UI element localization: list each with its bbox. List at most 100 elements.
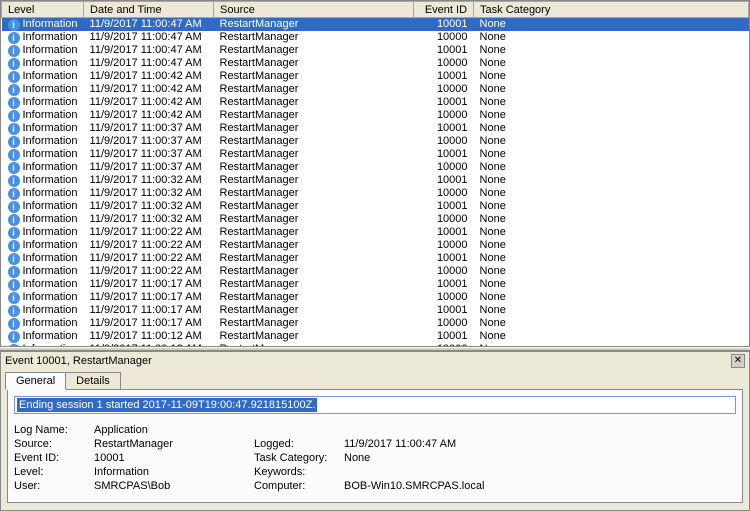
- lbl-eventid: Event ID:: [14, 452, 94, 464]
- cell-taskcat: None: [474, 44, 749, 57]
- event-message-box[interactable]: Ending session 1 started 2017-11-09T19:0…: [14, 396, 736, 414]
- table-row[interactable]: iInformation11/9/2017 11:00:47 AMRestart…: [2, 18, 749, 32]
- cell-source: RestartManager: [214, 83, 414, 96]
- table-row[interactable]: iInformation11/9/2017 11:00:47 AMRestart…: [2, 57, 749, 70]
- cell-datetime: 11/9/2017 11:00:22 AM: [84, 239, 214, 252]
- cell-eventid: 10001: [414, 226, 474, 239]
- table-row[interactable]: iInformation11/9/2017 11:00:17 AMRestart…: [2, 317, 749, 330]
- cell-level: Information: [23, 330, 78, 343]
- val-source: RestartManager: [94, 438, 254, 450]
- table-row[interactable]: iInformation11/9/2017 11:00:47 AMRestart…: [2, 44, 749, 57]
- cell-datetime: 11/9/2017 11:00:42 AM: [84, 83, 214, 96]
- table-row[interactable]: iInformation11/9/2017 11:00:17 AMRestart…: [2, 278, 749, 291]
- cell-taskcat: None: [474, 18, 749, 32]
- table-row[interactable]: iInformation11/9/2017 11:00:17 AMRestart…: [2, 304, 749, 317]
- table-row[interactable]: iInformation11/9/2017 11:00:22 AMRestart…: [2, 226, 749, 239]
- cell-taskcat: None: [474, 239, 749, 252]
- cell-datetime: 11/9/2017 11:00:17 AM: [84, 317, 214, 330]
- val-computer: BOB-Win10.SMRCPAS.local: [344, 480, 544, 492]
- col-level[interactable]: Level: [2, 2, 84, 18]
- cell-level: Information: [23, 304, 78, 317]
- val-keywords: [344, 466, 544, 478]
- cell-datetime: 11/9/2017 11:00:32 AM: [84, 174, 214, 187]
- cell-source: RestartManager: [214, 200, 414, 213]
- col-datetime[interactable]: Date and Time: [84, 2, 214, 18]
- val-logged: 11/9/2017 11:00:47 AM: [344, 438, 544, 450]
- table-row[interactable]: iInformation11/9/2017 11:00:12 AMRestart…: [2, 330, 749, 343]
- info-icon: i: [8, 279, 20, 291]
- lbl-computer: Computer:: [254, 480, 344, 492]
- info-icon: i: [8, 292, 20, 304]
- col-eventid[interactable]: Event ID: [414, 2, 474, 18]
- cell-taskcat: None: [474, 161, 749, 174]
- table-row[interactable]: iInformation11/9/2017 11:00:22 AMRestart…: [2, 252, 749, 265]
- table-row[interactable]: iInformation11/9/2017 11:00:32 AMRestart…: [2, 213, 749, 226]
- event-grid[interactable]: Level Date and Time Source Event ID Task…: [0, 0, 750, 347]
- tab-details[interactable]: Details: [65, 372, 121, 390]
- cell-source: RestartManager: [214, 330, 414, 343]
- cell-taskcat: None: [474, 278, 749, 291]
- table-row[interactable]: iInformation11/9/2017 11:00:42 AMRestart…: [2, 83, 749, 96]
- info-icon: i: [8, 123, 20, 135]
- info-icon: i: [8, 84, 20, 96]
- table-row[interactable]: iInformation11/9/2017 11:00:37 AMRestart…: [2, 135, 749, 148]
- cell-level: Information: [23, 44, 78, 57]
- table-row[interactable]: iInformation11/9/2017 11:00:37 AMRestart…: [2, 122, 749, 135]
- val-taskcat: None: [344, 452, 544, 464]
- table-row[interactable]: iInformation11/9/2017 11:00:22 AMRestart…: [2, 265, 749, 278]
- val-eventid: 10001: [94, 452, 254, 464]
- table-row[interactable]: iInformation11/9/2017 11:00:37 AMRestart…: [2, 161, 749, 174]
- cell-datetime: 11/9/2017 11:00:37 AM: [84, 122, 214, 135]
- table-row[interactable]: iInformation11/9/2017 11:00:37 AMRestart…: [2, 148, 749, 161]
- cell-taskcat: None: [474, 291, 749, 304]
- cell-eventid: 10001: [414, 278, 474, 291]
- cell-eventid: 10000: [414, 83, 474, 96]
- cell-level: Information: [23, 18, 78, 31]
- table-row[interactable]: iInformation11/9/2017 11:00:42 AMRestart…: [2, 70, 749, 83]
- lbl-user: User:: [14, 480, 94, 492]
- table-row[interactable]: iInformation11/9/2017 11:00:47 AMRestart…: [2, 31, 749, 44]
- cell-eventid: 10000: [414, 187, 474, 200]
- cell-eventid: 10001: [414, 330, 474, 343]
- close-icon[interactable]: ✕: [731, 354, 745, 368]
- table-row[interactable]: iInformation11/9/2017 11:00:32 AMRestart…: [2, 174, 749, 187]
- val-logname: Application: [94, 424, 254, 436]
- cell-taskcat: None: [474, 304, 749, 317]
- col-source[interactable]: Source: [214, 2, 414, 18]
- cell-level: Information: [23, 174, 78, 187]
- cell-source: RestartManager: [214, 317, 414, 330]
- cell-datetime: 11/9/2017 11:00:32 AM: [84, 187, 214, 200]
- cell-datetime: 11/9/2017 11:00:42 AM: [84, 70, 214, 83]
- cell-datetime: 11/9/2017 11:00:12 AM: [84, 330, 214, 343]
- detail-body: Ending session 1 started 2017-11-09T19:0…: [7, 389, 743, 503]
- lbl-logged: Logged:: [254, 438, 344, 450]
- table-row[interactable]: iInformation11/9/2017 11:00:17 AMRestart…: [2, 291, 749, 304]
- cell-taskcat: None: [474, 174, 749, 187]
- info-icon: i: [8, 266, 20, 278]
- table-row[interactable]: iInformation11/9/2017 11:00:42 AMRestart…: [2, 109, 749, 122]
- table-row[interactable]: iInformation11/9/2017 11:00:42 AMRestart…: [2, 96, 749, 109]
- info-icon: i: [8, 58, 20, 70]
- cell-eventid: 10001: [414, 44, 474, 57]
- grid-header[interactable]: Level Date and Time Source Event ID Task…: [2, 2, 749, 18]
- info-icon: i: [8, 318, 20, 330]
- col-taskcat[interactable]: Task Category: [474, 2, 749, 18]
- cell-eventid: 10001: [414, 18, 474, 32]
- cell-eventid: 10001: [414, 122, 474, 135]
- cell-level: Information: [23, 31, 78, 44]
- cell-eventid: 10001: [414, 304, 474, 317]
- cell-level: Information: [23, 239, 78, 252]
- table-row[interactable]: iInformation11/9/2017 11:00:22 AMRestart…: [2, 239, 749, 252]
- table-row[interactable]: iInformation11/9/2017 11:00:32 AMRestart…: [2, 187, 749, 200]
- cell-datetime: 11/9/2017 11:00:17 AM: [84, 278, 214, 291]
- cell-source: RestartManager: [214, 187, 414, 200]
- cell-source: RestartManager: [214, 57, 414, 70]
- cell-source: RestartManager: [214, 226, 414, 239]
- info-icon: i: [8, 136, 20, 148]
- cell-taskcat: None: [474, 31, 749, 44]
- info-icon: i: [8, 253, 20, 265]
- cell-eventid: 10001: [414, 174, 474, 187]
- cell-source: RestartManager: [214, 70, 414, 83]
- tab-general[interactable]: General: [5, 372, 66, 390]
- table-row[interactable]: iInformation11/9/2017 11:00:32 AMRestart…: [2, 200, 749, 213]
